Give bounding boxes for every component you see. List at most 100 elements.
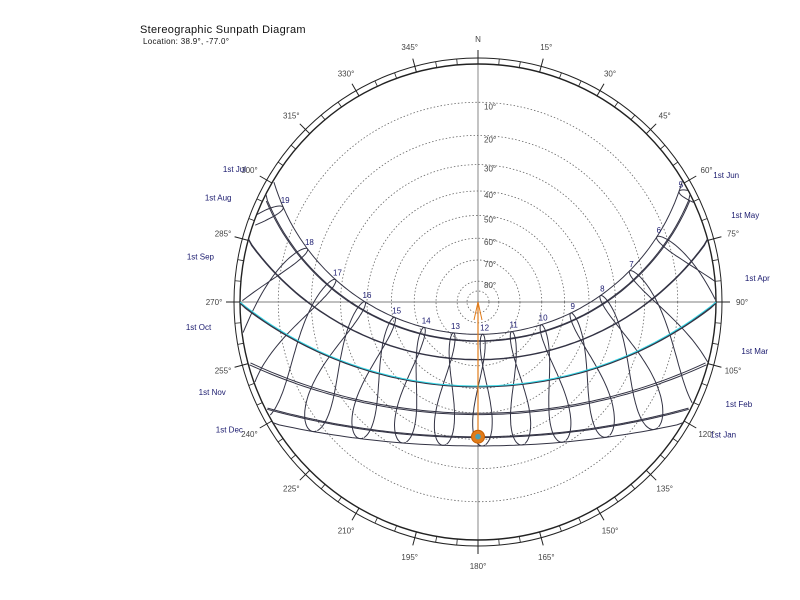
azimuth-tick — [320, 114, 326, 120]
altitude-label: 80° — [484, 281, 496, 290]
azimuth-tick — [707, 363, 722, 368]
azimuth-tick — [630, 114, 636, 120]
azimuth-tick — [394, 525, 397, 532]
azimuth-tick — [435, 536, 438, 543]
azimuth-tick — [672, 438, 679, 443]
altitude-label: 10° — [484, 102, 496, 111]
azimuth-tick — [645, 123, 657, 135]
azimuth-tick — [518, 536, 521, 543]
azimuth-label: 270° — [206, 298, 223, 307]
azimuth-tick — [578, 517, 582, 524]
altitude-label: 40° — [484, 191, 496, 200]
azimuth-tick — [337, 101, 342, 108]
hour-label: 13 — [451, 322, 460, 331]
azimuth-tick — [234, 363, 249, 368]
azimuth-tick — [290, 144, 296, 150]
hour-label: 11 — [510, 321, 519, 330]
month-label: 1st Apr — [745, 274, 770, 283]
month-label: 1st Mar — [741, 347, 768, 356]
month-label: 1st Aug — [205, 194, 232, 203]
azimuth-tick — [701, 383, 708, 386]
azimuth-tick — [412, 58, 417, 73]
azimuth-tick — [712, 342, 719, 345]
azimuth-label: 30° — [604, 69, 616, 78]
hour-label: 18 — [305, 238, 314, 247]
azimuth-tick — [539, 531, 544, 546]
hour-analemma — [393, 326, 426, 444]
azimuth-label: 150° — [602, 527, 619, 536]
azimuth-tick — [320, 484, 326, 490]
azimuth-label: 240° — [241, 430, 258, 439]
hour-label: 14 — [422, 316, 431, 325]
azimuth-tick — [559, 72, 562, 79]
azimuth-label: 60° — [701, 166, 713, 175]
altitude-label: 50° — [484, 215, 496, 224]
azimuth-tick — [290, 454, 296, 460]
azimuth-tick — [299, 469, 311, 481]
hour-label: 12 — [480, 323, 489, 332]
azimuth-tick — [374, 80, 378, 87]
hour-label: 9 — [570, 302, 575, 311]
azimuth-label: 210° — [338, 527, 355, 536]
azimuth-label: 105° — [725, 366, 742, 375]
hour-analemma — [472, 333, 493, 447]
month-label: 1st Nov — [199, 388, 226, 397]
azimuth-tick — [374, 517, 378, 524]
azimuth-tick — [715, 280, 722, 282]
azimuth-tick — [660, 454, 666, 460]
hour-label: 19 — [281, 196, 290, 205]
azimuth-tick — [234, 236, 249, 241]
azimuth-label: 195° — [401, 553, 418, 562]
azimuth-label: 135° — [656, 485, 673, 494]
month-label: 1st May — [731, 211, 759, 220]
month-label: 1st Jan — [710, 431, 736, 440]
azimuth-tick — [715, 322, 722, 324]
azimuth-tick — [701, 218, 708, 221]
azimuth-label: 345° — [401, 43, 418, 52]
azimuth-tick — [614, 496, 619, 503]
azimuth-tick — [435, 61, 438, 68]
altitude-label: 70° — [484, 260, 496, 269]
azimuth-tick — [394, 72, 397, 79]
month-label: 1st Jun — [713, 171, 739, 180]
hour-label: 16 — [363, 291, 372, 300]
month-label: 1st Sep — [187, 252, 215, 261]
azimuth-tick — [412, 531, 417, 546]
hour-analemma — [569, 312, 615, 438]
month-label: 1st Oct — [186, 323, 212, 332]
azimuth-tick — [712, 259, 719, 262]
azimuth-tick — [693, 402, 700, 406]
azimuth-label: 75° — [727, 230, 739, 239]
azimuth-tick — [518, 61, 521, 68]
sunpath-diagram: 15°30°45°60°75°90°105°120°135°150°165°18… — [186, 35, 770, 571]
hour-analemma — [539, 324, 572, 443]
hour-analemma — [242, 247, 309, 333]
hour-label: 6 — [657, 226, 662, 235]
month-label: 1st Dec — [216, 426, 243, 435]
hour-analemma — [509, 331, 532, 446]
azimuth-tick — [498, 539, 500, 546]
azimuth-tick — [299, 123, 311, 135]
month-label: 1st Jul — [223, 165, 246, 174]
hour-analemma — [433, 332, 456, 446]
hour-analemmas — [242, 189, 716, 447]
azimuth-tick — [234, 322, 241, 324]
azimuth-tick — [234, 280, 241, 282]
azimuth-tick — [707, 236, 722, 241]
azimuth-tick — [237, 342, 244, 345]
azimuth-tick — [578, 80, 582, 87]
hour-label: 5 — [679, 181, 684, 190]
azimuth-tick — [498, 58, 500, 65]
hour-label: 10 — [539, 314, 548, 323]
azimuth-tick — [248, 383, 255, 386]
azimuth-tick — [237, 259, 244, 262]
azimuth-tick — [456, 58, 458, 65]
azimuth-label: 45° — [659, 111, 671, 120]
hour-analemma — [351, 316, 396, 440]
month-label: 1st Feb — [726, 400, 753, 409]
azimuth-label: 15° — [540, 43, 552, 52]
azimuth-tick — [693, 198, 700, 202]
north-label: N — [475, 35, 481, 44]
azimuth-label: 180° — [470, 562, 487, 571]
azimuth-label: 285° — [215, 230, 232, 239]
